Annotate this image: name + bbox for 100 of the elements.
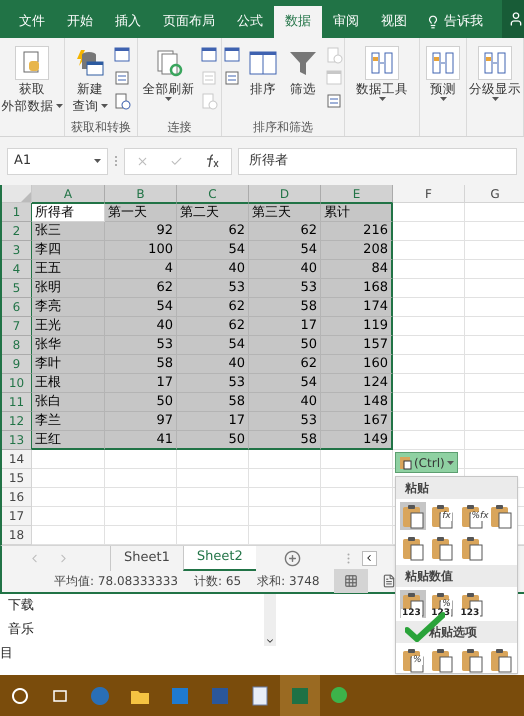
paste-option[interactable]: % [400,646,426,673]
row-header[interactable]: 5 [2,279,32,298]
ribbon-button[interactable]: 新建 查询 [72,46,108,114]
table-cell: 40 [249,260,321,279]
row-header[interactable]: 2 [2,222,32,241]
column-header[interactable]: C [177,185,249,203]
row-header[interactable]: 9 [2,355,32,374]
ribbon-tab[interactable]: 公式 [226,6,274,38]
column-header[interactable]: D [249,185,321,203]
ribbon-button[interactable]: 获取 外部数据 [0,46,64,114]
ribbon-button[interactable]: 分级显示 [468,46,522,101]
table-cell: 216 [321,222,393,241]
option-badge: 123 [460,609,480,618]
table-cell: 54 [105,298,177,317]
table-cell: 58 [249,431,321,450]
table-cell: 84 [321,260,393,279]
table-cell: 累计 [321,203,393,222]
table-cell: 160 [321,355,393,374]
table-cell: 54 [249,241,321,260]
explorer-item[interactable]: 下载 [8,596,34,616]
table-cell: 第三天 [249,203,321,222]
row-header[interactable]: 10 [2,374,32,393]
row-header[interactable]: 8 [2,336,32,355]
column-header[interactable]: G [465,185,524,203]
row-header[interactable]: 1 [2,203,32,222]
table-cell: 40 [177,260,249,279]
ribbon-tab[interactable]: 文件 [8,6,56,38]
table-cell: 62 [177,298,249,317]
status-count: 计数: 65 [194,573,242,590]
ribbon-tab[interactable]: 审阅 [322,6,370,38]
table-cell: 17 [249,317,321,336]
table-cell: 53 [249,279,321,298]
table-cell: 53 [105,336,177,355]
row-header[interactable]: 16 [2,488,32,507]
row-header[interactable]: 7 [2,317,32,336]
table-cell: 李兰 [32,412,105,431]
ribbon-button[interactable]: 筛选 [285,46,321,97]
row-header[interactable]: 18 [2,526,32,545]
table-cell: 167 [321,412,393,431]
ribbon-button[interactable]: 数据工具 [355,46,409,101]
ribbon-tab[interactable]: 视图 [370,6,418,38]
row-header[interactable]: 3 [2,241,32,260]
table-cell: 李四 [32,241,105,260]
row-header[interactable]: 13 [2,431,32,450]
table-cell: 张白 [32,393,105,412]
table-cell: 40 [177,355,249,374]
table-cell: 40 [105,317,177,336]
ribbon-tab[interactable]: 数据 [274,6,322,38]
table-cell: 62 [177,317,249,336]
table-cell: 王光 [32,317,105,336]
table-cell: 王根 [32,374,105,393]
option-mark: %fx [470,512,490,521]
formula-field[interactable]: 所得者 [238,148,517,174]
option-mark: % [441,600,452,609]
name-box[interactable]: A1 [7,148,108,174]
table-cell: 李亮 [32,298,105,317]
column-header[interactable]: E [321,185,393,203]
sheet-tab[interactable]: Sheet2 [182,546,256,570]
column-header[interactable]: F [393,185,465,203]
table-cell: 53 [249,412,321,431]
paste-option[interactable]: fx [429,502,456,530]
table-cell: 17 [177,412,249,431]
option-mark: % [412,656,423,665]
table-cell: 张华 [32,336,105,355]
paste-options-button[interactable]: (Ctrl) [395,452,458,473]
row-header[interactable]: 12 [2,412,32,431]
ribbon-button[interactable]: 排序 [245,46,281,97]
row-header[interactable]: 14 [2,450,32,469]
tell-me-button[interactable]: 告诉我 [418,6,491,38]
explorer-item[interactable]: 目 [0,644,13,664]
table-cell: 168 [321,279,393,298]
ribbon-button[interactable]: 全部刷新 [142,46,196,101]
table-cell: 50 [177,431,249,450]
row-header[interactable]: 15 [2,469,32,488]
table-cell: 50 [249,336,321,355]
table-cell: 41 [105,431,177,450]
explorer-item[interactable]: 音乐 [8,620,34,640]
table-cell: 张明 [32,279,105,298]
table-cell: 王五 [32,260,105,279]
table-cell: 97 [105,412,177,431]
column-header[interactable]: B [105,185,177,203]
table-cell: 157 [321,336,393,355]
ribbon-tab[interactable]: 页面布局 [152,6,226,38]
table-cell: 40 [249,393,321,412]
row-header[interactable]: 4 [2,260,32,279]
table-cell: 58 [249,298,321,317]
ribbon-tab[interactable]: 插入 [104,6,152,38]
table-cell: 62 [249,222,321,241]
row-header[interactable]: 11 [2,393,32,412]
ribbon-tab[interactable]: 开始 [56,6,104,38]
table-cell: 62 [249,355,321,374]
table-cell: 17 [105,374,177,393]
row-header[interactable]: 6 [2,298,32,317]
menu-section-title: 粘贴数值 [396,565,517,587]
table-cell: 所得者 [32,203,105,222]
column-header[interactable]: A [32,185,105,203]
table-cell: 174 [321,298,393,317]
paste-option[interactable]: 123 [458,590,484,618]
row-header[interactable]: 17 [2,507,32,526]
paste-option[interactable]: 123 [400,590,426,618]
